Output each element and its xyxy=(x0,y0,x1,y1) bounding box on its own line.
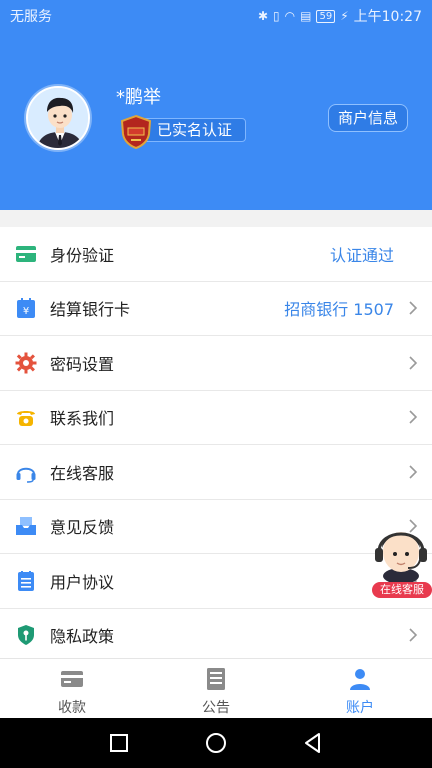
id-card-icon xyxy=(16,245,36,262)
menu-item-user-agreement[interactable]: 用户协议 xyxy=(0,554,432,609)
back-icon[interactable] xyxy=(302,732,324,754)
card-icon xyxy=(61,671,83,687)
verified-badge: 已实名认证 xyxy=(118,114,246,150)
tab-account[interactable]: 账户 xyxy=(288,659,432,718)
tab-label: 公告 xyxy=(202,700,230,716)
menu-item-feedback[interactable]: 意见反馈 xyxy=(0,500,432,554)
verified-shield-icon xyxy=(120,114,152,150)
menu-label: 隐私政策 xyxy=(50,627,115,647)
menu-label: 密码设置 xyxy=(50,354,115,374)
menu-item-password[interactable]: 密码设置 xyxy=(0,336,432,391)
menu-item-online-service[interactable]: 在线客服 xyxy=(0,445,432,500)
notice-icon xyxy=(207,668,225,690)
chevron-right-icon xyxy=(409,356,418,370)
username: *鹏举 xyxy=(116,87,161,108)
verified-label: 已实名认证 xyxy=(140,118,246,142)
chevron-right-icon xyxy=(409,628,418,642)
menu-label: 在线客服 xyxy=(50,463,115,483)
service-agent-icon xyxy=(375,532,427,584)
bank-card-value: 招商银行 1507 xyxy=(284,300,394,320)
clock: 上午10:27 xyxy=(353,9,422,25)
avatar[interactable] xyxy=(26,86,90,150)
tab-collect[interactable]: 收款 xyxy=(0,659,144,718)
chevron-right-icon xyxy=(409,465,418,479)
headset-icon xyxy=(16,467,36,483)
account-menu: 身份验证 认证通过 ¥ 结算银行卡 招商银行 1507 密码设置 联系我们 在线… xyxy=(0,227,432,663)
home-icon[interactable] xyxy=(205,732,227,754)
menu-item-privacy[interactable]: 隐私政策 xyxy=(0,609,432,663)
sim-icon: ▤ xyxy=(300,9,312,23)
menu-item-contact[interactable]: 联系我们 xyxy=(0,391,432,445)
bluetooth-icon: ✱ xyxy=(257,9,269,23)
svg-text:¥: ¥ xyxy=(23,306,29,317)
profile-header: 无服务 ✱ ▯ ◠ ▤ 59 ⚡ 上午10:27 *鹏举 已实名认证 商户信息 xyxy=(0,0,432,210)
tab-notice[interactable]: 公告 xyxy=(144,659,288,718)
recent-apps-icon[interactable] xyxy=(108,732,130,754)
gear-icon xyxy=(15,352,37,374)
mail-tray-icon xyxy=(16,517,36,536)
shield-key-icon xyxy=(18,625,34,646)
battery-icon: 59 xyxy=(316,9,336,23)
charging-icon: ⚡ xyxy=(340,9,349,23)
chevron-right-icon xyxy=(409,301,418,315)
carrier-text: 无服务 xyxy=(10,9,52,25)
floating-service-label: 在线客服 xyxy=(372,582,432,598)
vibrate-icon: ▯ xyxy=(273,9,280,23)
phone-icon xyxy=(17,411,35,427)
tab-label: 收款 xyxy=(58,700,86,716)
menu-label: 身份验证 xyxy=(50,245,115,265)
status-bar: 无服务 ✱ ▯ ◠ ▤ 59 ⚡ 上午10:27 xyxy=(0,0,432,30)
floating-service-button[interactable]: 在线客服 xyxy=(370,518,432,600)
tab-label: 账户 xyxy=(346,700,374,716)
bottom-tab-bar: 收款 公告 账户 xyxy=(0,658,432,718)
menu-label: 结算银行卡 xyxy=(50,300,131,320)
menu-label: 联系我们 xyxy=(50,409,115,429)
merchant-info-button[interactable]: 商户信息 xyxy=(327,104,408,132)
identity-status: 认证通过 xyxy=(329,245,394,265)
chevron-right-icon xyxy=(409,410,418,424)
system-nav-bar xyxy=(0,718,432,768)
document-list-icon xyxy=(18,570,34,591)
menu-item-bank-card[interactable]: ¥ 结算银行卡 招商银行 1507 xyxy=(0,282,432,336)
user-icon xyxy=(350,669,370,690)
avatar-illustration xyxy=(28,88,88,148)
wifi-icon: ◠ xyxy=(284,9,296,23)
menu-label: 用户协议 xyxy=(50,572,115,592)
menu-item-identity[interactable]: 身份验证 认证通过 xyxy=(0,227,432,282)
menu-label: 意见反馈 xyxy=(50,518,115,538)
calendar-bank-icon: ¥ xyxy=(17,298,35,319)
